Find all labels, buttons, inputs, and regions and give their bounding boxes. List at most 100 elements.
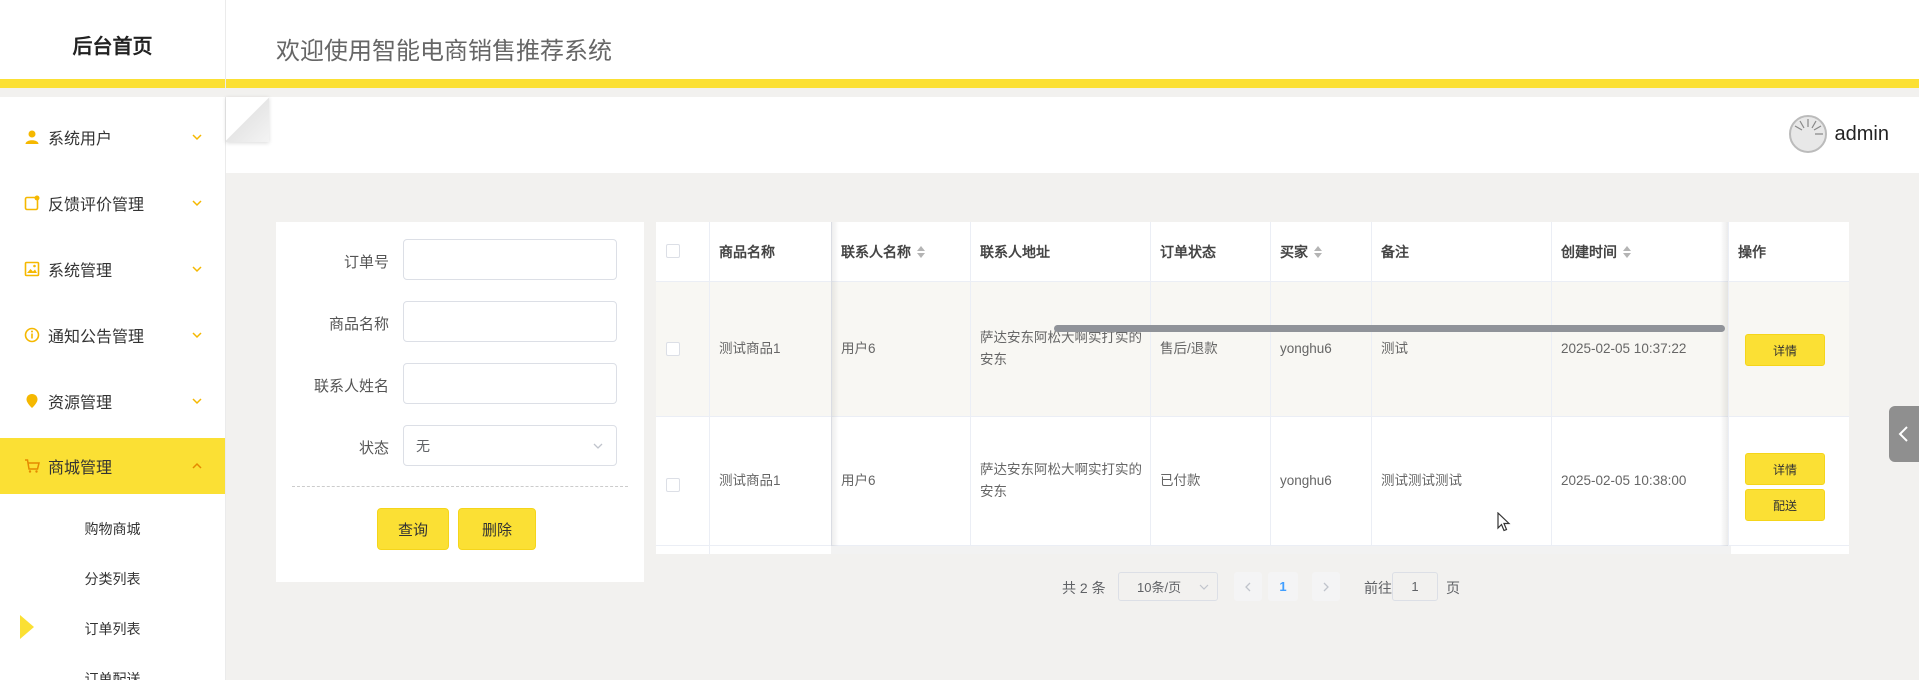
cell-status: 已付款 (1160, 473, 1201, 488)
col-header-created[interactable]: 创建时间 (1551, 222, 1728, 281)
select-all-checkbox[interactable] (666, 244, 680, 258)
user-icon (24, 129, 40, 145)
col-header-label: 联系人名称 (841, 243, 911, 260)
chevron-left-icon (1245, 582, 1251, 591)
user-menu[interactable]: admin (1788, 114, 1889, 154)
username: admin (1834, 122, 1889, 145)
product-name-field: 商品名称 (276, 301, 644, 343)
page-number-current[interactable]: 1 (1268, 572, 1298, 601)
cell-created: 2025-02-05 10:38:00 (1561, 473, 1687, 488)
col-header-note: 备注 (1381, 243, 1409, 260)
sidebar-item-label: 系统管理 (48, 263, 113, 280)
order-no-input[interactable] (403, 239, 617, 280)
submenu-item-delivery[interactable]: 订单配送 (0, 659, 225, 680)
sidebar: 系统用户 反馈评价管理 系统管理 通知公告管理 资源管理 商城管理 购物商城 分… (0, 97, 226, 680)
sidebar-item-system-management[interactable]: 系统管理 (0, 241, 225, 297)
cell-created: 2025-02-05 10:37:22 (1561, 341, 1687, 356)
delete-button[interactable]: 删除 (458, 508, 536, 550)
page-size-select[interactable]: 10条/页 (1118, 572, 1218, 601)
pin-icon (24, 393, 40, 409)
submenu-item-shop[interactable]: 购物商城 (0, 509, 225, 549)
order-no-field: 订单号 (276, 239, 644, 281)
side-collapse-tab[interactable] (1889, 406, 1919, 462)
sidebar-item-resources[interactable]: 资源管理 (0, 373, 225, 429)
feedback-icon (24, 195, 40, 211)
submenu-item-categories[interactable]: 分类列表 (0, 559, 225, 599)
query-button[interactable]: 查询 (377, 508, 449, 550)
sidebar-item-label: 通知公告管理 (48, 329, 145, 346)
sort-icon[interactable] (1314, 245, 1322, 258)
cell-note: 测试 (1381, 341, 1408, 356)
chevron-down-icon (192, 134, 202, 141)
cell-product: 测试商品1 (719, 341, 781, 356)
status-select-value: 无 (416, 437, 430, 454)
welcome-title: 欢迎使用智能电商销售推荐系统 (276, 38, 612, 65)
next-page-button[interactable] (1312, 572, 1340, 601)
chevron-down-icon (192, 200, 202, 207)
sort-icon[interactable] (1623, 245, 1631, 258)
col-header-buyer[interactable]: 买家 (1270, 222, 1371, 281)
horizontal-scrollbar-thumb[interactable] (1054, 325, 1725, 332)
detail-button[interactable]: 详情 (1745, 453, 1825, 485)
cell-address: 萨达安东阿松大啊实打实的安东 (980, 330, 1142, 367)
sidebar-item-label: 商城管理 (48, 460, 113, 477)
page-suffix: 页 (1446, 580, 1460, 596)
status-field: 状态 无 (276, 425, 644, 467)
chevron-down-icon (192, 332, 202, 339)
col-header-status: 订单状态 (1160, 243, 1216, 260)
chevron-down-icon (192, 266, 202, 273)
sidebar-item-feedback[interactable]: 反馈评价管理 (0, 175, 225, 231)
horizontal-scrollbar-track[interactable] (831, 546, 1731, 554)
chevron-down-icon (593, 443, 603, 449)
row-checkbox[interactable] (666, 478, 680, 492)
image-icon (24, 261, 40, 277)
mouse-cursor-icon (1497, 512, 1511, 532)
cart-icon (24, 458, 40, 474)
row-checkbox[interactable] (666, 342, 680, 356)
avatar (1788, 115, 1827, 153)
goto-page-input[interactable]: 1 (1392, 572, 1438, 601)
chevron-up-icon (192, 462, 202, 469)
pagination-total: 共 2 条 (1062, 580, 1106, 596)
fold-corner-button[interactable] (226, 97, 269, 142)
search-panel: 订单号 商品名称 联系人姓名 状态 无 查询 删除 (276, 222, 644, 582)
home-link[interactable]: 后台首页 (0, 0, 226, 88)
contact-name-label: 联系人姓名 (313, 378, 389, 395)
cell-contact: 用户6 (841, 473, 876, 488)
content-header (226, 97, 1919, 173)
cell-note: 测试测试测试 (1381, 473, 1462, 488)
col-header-actions: 操作 (1738, 243, 1766, 260)
divider (292, 486, 628, 487)
contact-name-field: 联系人姓名 (276, 363, 644, 405)
sidebar-item-label: 系统用户 (48, 131, 113, 148)
prev-page-button[interactable] (1234, 572, 1262, 601)
chevron-left-icon (1898, 426, 1908, 442)
cell-contact: 用户6 (841, 341, 876, 356)
orders-table: 商品名称 联系人名称 联系人地址 订单状态 买家 备注 创建时间 操作 测试商品… (656, 222, 1849, 554)
detail-button[interactable]: 详情 (1745, 334, 1825, 366)
sidebar-item-notices[interactable]: 通知公告管理 (0, 307, 225, 363)
contact-name-input[interactable] (403, 363, 617, 404)
cell-buyer: yonghu6 (1280, 341, 1332, 356)
sort-icon[interactable] (917, 245, 925, 258)
top-header: 后台首页 欢迎使用智能电商销售推荐系统 (0, 0, 1919, 88)
sidebar-item-system-users[interactable]: 系统用户 (0, 109, 225, 165)
col-header-contact[interactable]: 联系人名称 (831, 222, 970, 281)
goto-label: 前往 (1364, 580, 1392, 596)
status-label: 状态 (358, 440, 389, 457)
product-name-input[interactable] (403, 301, 617, 342)
col-header-product: 商品名称 (719, 243, 775, 260)
cell-status: 售后/退款 (1160, 341, 1218, 356)
chevron-down-icon (192, 398, 202, 405)
active-submenu-marker (20, 615, 34, 639)
cell-address: 萨达安东阿松大啊实打实的安东 (980, 462, 1142, 499)
deliver-button[interactable]: 配送 (1745, 489, 1825, 521)
cell-buyer: yonghu6 (1280, 473, 1332, 488)
info-icon (24, 327, 40, 343)
product-name-label: 商品名称 (328, 316, 389, 333)
sidebar-item-mall[interactable]: 商城管理 (0, 438, 225, 494)
sidebar-item-label: 反馈评价管理 (48, 197, 145, 214)
status-select[interactable]: 无 (403, 425, 617, 466)
col-header-address: 联系人地址 (980, 243, 1050, 260)
chevron-down-icon (1199, 584, 1209, 590)
